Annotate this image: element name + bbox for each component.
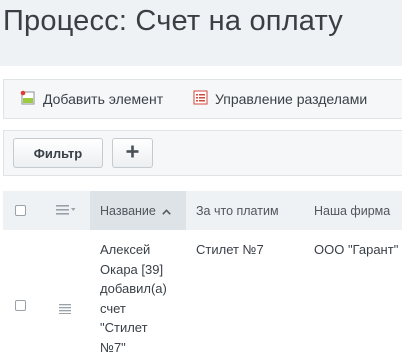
add-element-icon	[20, 90, 36, 109]
select-all-checkbox[interactable]	[15, 205, 26, 216]
manage-sections-label: Управление разделами	[215, 91, 368, 107]
page-title: Процесс: Счет на оплату	[3, 5, 344, 37]
add-element-label: Добавить элемент	[43, 91, 164, 107]
filter-bar: Фильтр	[3, 130, 402, 176]
row-checkbox[interactable]	[15, 300, 26, 311]
column-header-our-firm[interactable]: Наша фирма	[314, 191, 390, 230]
row-checkbox-cell	[15, 300, 26, 311]
grid-header: Название За что платим Наша фирма	[3, 191, 402, 230]
row-name-line: №7"	[100, 339, 126, 355]
column-header-our-firm-label: Наша фирма	[314, 203, 391, 218]
sections-list-icon	[193, 90, 208, 108]
filter-button[interactable]: Фильтр	[13, 138, 103, 168]
column-header-name[interactable]: Название	[90, 191, 186, 230]
row-our-firm-cell: ООО "Гарант"	[314, 242, 399, 257]
row-name-line: счет	[100, 300, 126, 316]
chevron-up-icon	[162, 204, 171, 218]
row-name-line: "Стилет	[100, 320, 148, 335]
columns-menu-button[interactable]	[56, 191, 76, 230]
add-element-button[interactable]: Добавить элемент	[20, 80, 163, 118]
column-header-pay-for-label: За что платим	[196, 203, 279, 218]
column-header-name-label: Название	[100, 203, 156, 218]
column-header-pay-for[interactable]: За что платим	[196, 191, 279, 230]
row-name-line: добавил(а)	[100, 281, 167, 296]
hamburger-icon	[59, 301, 71, 318]
row-pay-for-cell: Стилет №7	[196, 242, 264, 257]
menu-lines-icon	[56, 204, 76, 218]
select-all-cell	[15, 191, 26, 230]
toolbar: Добавить элемент Управление разделами	[3, 79, 402, 119]
row-name-line: Окара [39]	[100, 261, 164, 277]
add-filter-button[interactable]	[112, 138, 153, 168]
title-bar: Процесс: Счет на оплату	[0, 0, 402, 66]
plus-icon	[126, 145, 139, 161]
row-name-line: Алексей	[100, 242, 151, 257]
row-menu-button[interactable]	[59, 301, 71, 319]
row-name-cell: Алексей Окара [39] добавил(а) счет "Стил…	[100, 240, 185, 357]
manage-sections-button[interactable]: Управление разделами	[193, 80, 367, 118]
